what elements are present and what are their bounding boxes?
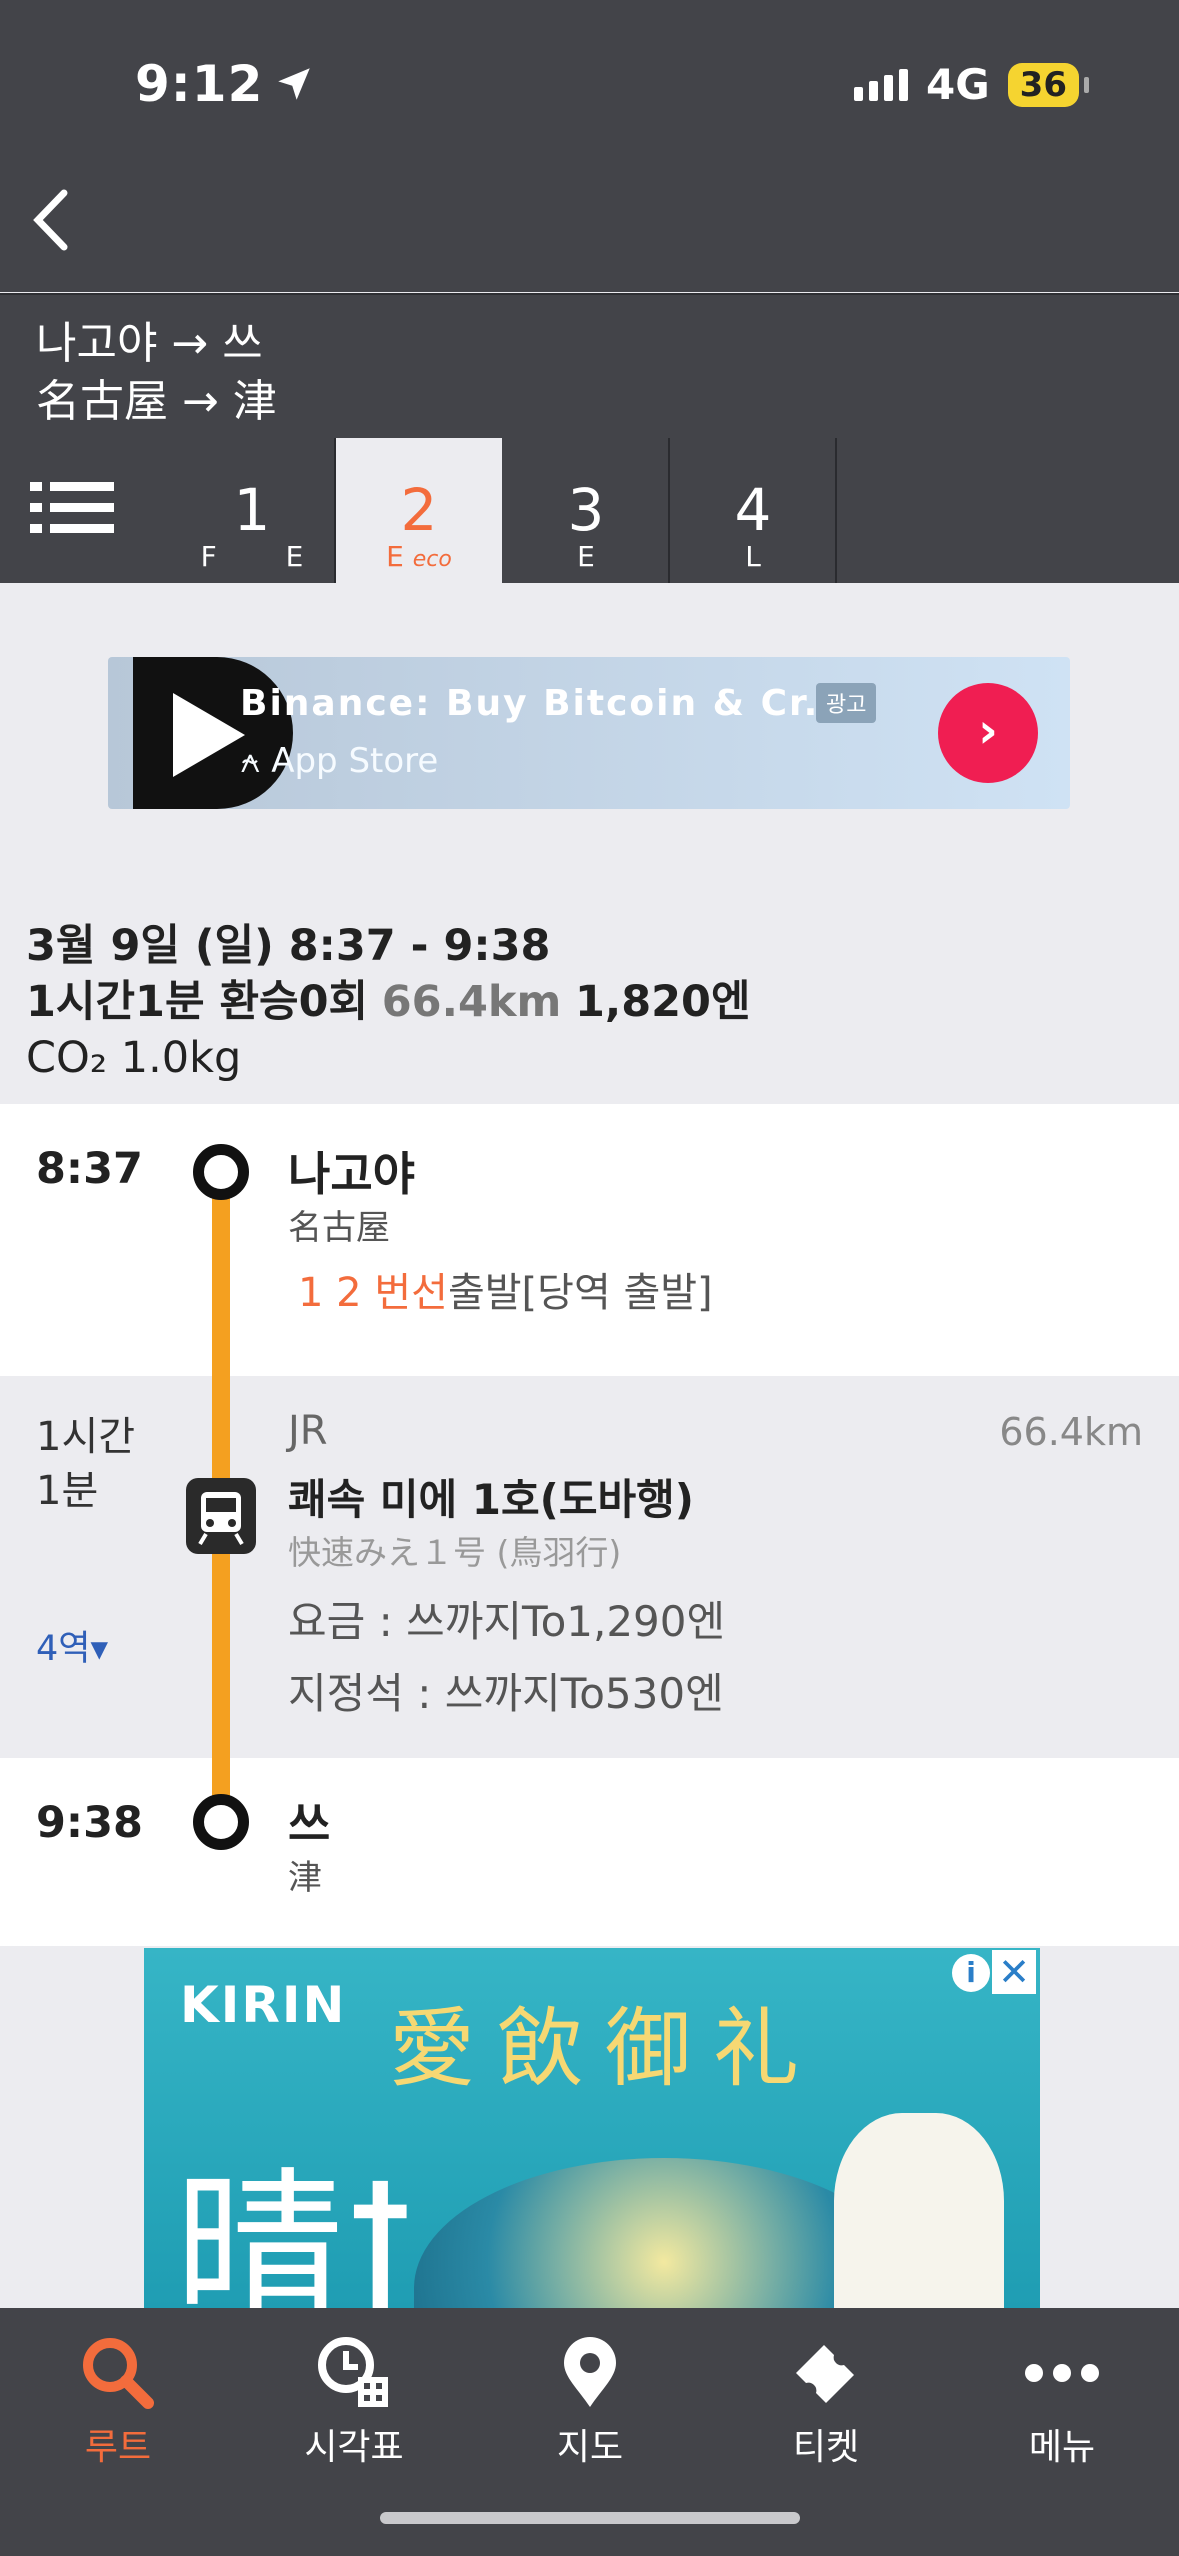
tab-number: 4 [734, 476, 772, 544]
departure-platform: 1 2 번선출발[당역 출발] [298, 1260, 713, 1318]
nav-label: 시각표 [304, 2427, 404, 2468]
duration-minutes: 1분 [36, 1468, 99, 1514]
train-name[interactable]: 쾌속 미에 1호(도바행) [288, 1466, 694, 1527]
date-time: 3월 9일 (일) 8:37 - 9:38 [26, 921, 551, 971]
tab-badges: E [577, 540, 625, 573]
arrival-station-jp: 津 [288, 1858, 322, 1898]
segment-duration: 1시간 1분 [36, 1410, 135, 1518]
total-distance: 66.4km [381, 977, 562, 1027]
arrival-stop: 9:38 쓰 津 [0, 1758, 1179, 1946]
line-name: JR [288, 1408, 328, 1454]
tab-route-2[interactable]: 2 E eco [336, 438, 502, 583]
tab-number: 1 [233, 476, 271, 544]
play-icon [133, 657, 293, 809]
route-tabs: 1 F E 2 E eco 3 E 4 L [0, 438, 1179, 583]
route-title-kr: 나고야 → 쓰 [36, 318, 263, 369]
segment-distance: 66.4km [999, 1410, 1143, 1454]
eco-icon: eco [412, 547, 452, 572]
status-indicators: 4G 36 [853, 60, 1090, 109]
nav-label: 메뉴 [1028, 2427, 1096, 2468]
back-button[interactable] [22, 185, 82, 265]
departure-time: 8:37 [36, 1144, 143, 1194]
timetable-icon [318, 2337, 388, 2407]
search-icon [83, 2338, 154, 2409]
ticket-icon [796, 2345, 854, 2403]
nav-label: 티켓 [792, 2427, 860, 2468]
ad-badge: 광고 [816, 683, 877, 723]
ad-go-button[interactable]: › [938, 683, 1038, 783]
route-title-jp: 名古屋 → 津 [36, 376, 277, 427]
home-indicator[interactable] [380, 2512, 800, 2524]
nav-timetable[interactable]: 시각표 [236, 2308, 472, 2478]
nav-menu[interactable]: 메뉴 [944, 2308, 1179, 2478]
header: 9:12 4G 36 [0, 0, 1179, 292]
stop-marker [193, 1144, 249, 1200]
nav-ticket[interactable]: 티켓 [708, 2308, 944, 2478]
train-icon [186, 1478, 256, 1554]
tab-route-3[interactable]: 3 E [504, 438, 670, 583]
ad-banner-bottom[interactable]: KIRIN 愛飲御礼 晴ꝉ i ✕ [144, 1948, 1040, 2308]
platform-text: 출발[당역 출발] [447, 1270, 713, 1316]
route-summary: 3월 9일 (일) 8:37 - 9:38 1시간1분 환승0회 66.4km … [26, 918, 751, 1086]
arrival-station[interactable]: 쓰 [288, 1788, 330, 1854]
train-name-jp: 快速みえ１号 (鳥羽行) [288, 1533, 622, 1572]
departure-stop: 8:37 나고야 名古屋 1 2 번선출발[당역 출발] [0, 1104, 1179, 1376]
arrival-time: 9:38 [36, 1798, 143, 1848]
location-arrow-icon [278, 68, 311, 100]
ad-banner-top[interactable]: Binance: Buy Bitcoin & Cr... ⍲ App Store… [108, 657, 1070, 809]
ad-close-icon[interactable]: ✕ [992, 1950, 1036, 1994]
departure-station-jp: 名古屋 [288, 1208, 390, 1248]
total-fare: 1,820엔 [574, 977, 751, 1027]
network-type: 4G [925, 60, 990, 109]
tab-badges: F E [200, 540, 334, 573]
nav-label: 루트 [84, 2427, 152, 2468]
ad-title: Binance: Buy Bitcoin & Cr... [240, 683, 851, 724]
list-view-button[interactable] [30, 478, 130, 548]
stop-marker [193, 1794, 249, 1850]
tab-badges: L [745, 540, 791, 573]
tab-route-1[interactable]: 1 F E [170, 438, 336, 583]
tab-badge-e: E [386, 540, 404, 573]
signal-icon [853, 68, 908, 101]
tab-badges: E eco [336, 540, 502, 573]
tab-number: 2 [400, 476, 438, 544]
ad-info-icon[interactable]: i [952, 1954, 990, 1992]
duration-transfer: 1시간1분 환승0회 [26, 977, 369, 1027]
status-time: 9:12 [135, 55, 315, 113]
tab-number: 3 [567, 476, 605, 544]
departure-station[interactable]: 나고야 [288, 1138, 415, 1204]
nav-label: 지도 [556, 2427, 624, 2468]
chevron-left-icon [33, 189, 68, 251]
ad-slogan: 愛飲御礼 [389, 1999, 821, 2099]
platform-number: 1 2 번선 [298, 1270, 448, 1316]
ad-brand: KIRIN [180, 1976, 347, 2034]
ad-store: ⍲ App Store [240, 741, 439, 781]
nav-map[interactable]: 지도 [472, 2308, 708, 2478]
list-icon [30, 482, 114, 533]
stations-toggle[interactable]: 4역▾ [36, 1620, 108, 1671]
ad-store-label: App Store [271, 741, 439, 781]
reserved-seat-fare: 지정석 : 쓰까지To530엔 [288, 1669, 724, 1718]
nav-route[interactable]: 루트 [0, 2308, 236, 2478]
clock: 9:12 [135, 55, 264, 113]
battery-icon: 36 [1007, 62, 1090, 107]
fare: 요금 : 쓰까지To1,290엔 [288, 1597, 726, 1646]
more-icon [1025, 2364, 1099, 2382]
beer-glass-image [834, 2113, 1004, 2308]
route-title: 나고야 → 쓰 名古屋 → 津 [0, 295, 1179, 438]
ad-big-text: 晴ꝉ [174, 2153, 417, 2308]
co2: CO₂ 1.0kg [26, 1033, 242, 1083]
map-pin-icon [564, 2337, 616, 2407]
tab-route-4[interactable]: 4 L [671, 438, 837, 583]
duration-hours: 1시간 [36, 1414, 136, 1460]
